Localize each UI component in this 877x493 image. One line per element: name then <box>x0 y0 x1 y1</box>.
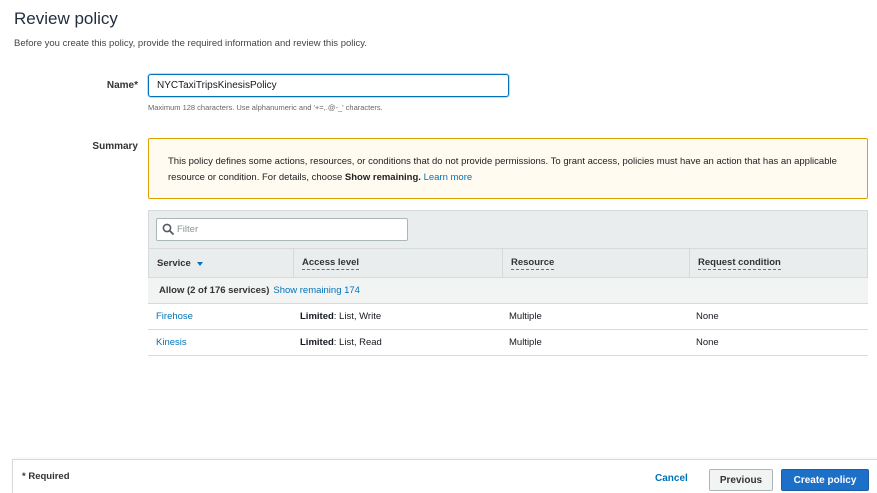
service-link-firehose[interactable]: Firehose <box>156 311 193 322</box>
table-row: Firehose Limited: List, Write Multiple N… <box>148 304 868 330</box>
search-icon <box>162 223 174 235</box>
policy-summary-table: Service Access level Resource Request co… <box>148 210 868 356</box>
show-remaining-link[interactable]: Show remaining 174 <box>273 285 360 296</box>
column-header-label: Request condition <box>698 256 781 270</box>
column-header-request-condition[interactable]: Request condition <box>689 249 867 277</box>
access-level-cell: Limited: List, Read <box>300 337 382 348</box>
allow-group-label: Allow (2 of 176 services) <box>159 285 270 296</box>
page-description: Before you create this policy, provide t… <box>14 38 367 49</box>
permissions-warning: This policy defines some actions, resour… <box>148 138 868 199</box>
column-header-service[interactable]: Service <box>149 249 293 277</box>
policy-name-input[interactable] <box>148 74 509 97</box>
create-policy-button[interactable]: Create policy <box>781 469 869 491</box>
summary-label: Summary <box>92 141 138 152</box>
column-header-access-level[interactable]: Access level <box>293 249 502 277</box>
column-header-label: Resource <box>511 256 555 270</box>
page-title: Review policy <box>14 9 118 28</box>
resource-cell: Multiple <box>509 311 542 322</box>
request-condition-cell: None <box>696 337 719 348</box>
table-header: Service Access level Resource Request co… <box>148 248 868 278</box>
filter-field[interactable] <box>156 218 408 241</box>
service-link-kinesis[interactable]: Kinesis <box>156 337 187 348</box>
request-condition-cell: None <box>696 311 719 322</box>
learn-more-link[interactable]: Learn more <box>424 172 473 183</box>
access-level-cell: Limited: List, Write <box>300 311 382 322</box>
filter-bar <box>148 210 868 248</box>
required-note: * Required <box>22 471 70 482</box>
column-header-label: Service <box>157 257 191 269</box>
column-header-resource[interactable]: Resource <box>502 249 689 277</box>
filter-input[interactable] <box>177 221 402 238</box>
warning-text: This policy defines some actions, resour… <box>168 156 837 183</box>
name-label: Name* <box>106 80 138 91</box>
resource-cell: Multiple <box>509 337 542 348</box>
previous-button[interactable]: Previous <box>709 469 773 491</box>
caret-down-icon <box>196 261 203 266</box>
name-hint: Maximum 128 characters. Use alphanumeric… <box>148 103 383 112</box>
table-row: Kinesis Limited: List, Read Multiple Non… <box>148 330 868 356</box>
column-header-label: Access level <box>302 256 360 270</box>
cancel-button[interactable]: Cancel <box>655 473 688 484</box>
footer-bar: * Required Cancel Previous Create policy <box>12 459 877 493</box>
warning-bold-text: Show remaining. <box>344 172 421 183</box>
allow-group-row: Allow (2 of 176 services) Show remaining… <box>148 278 868 304</box>
